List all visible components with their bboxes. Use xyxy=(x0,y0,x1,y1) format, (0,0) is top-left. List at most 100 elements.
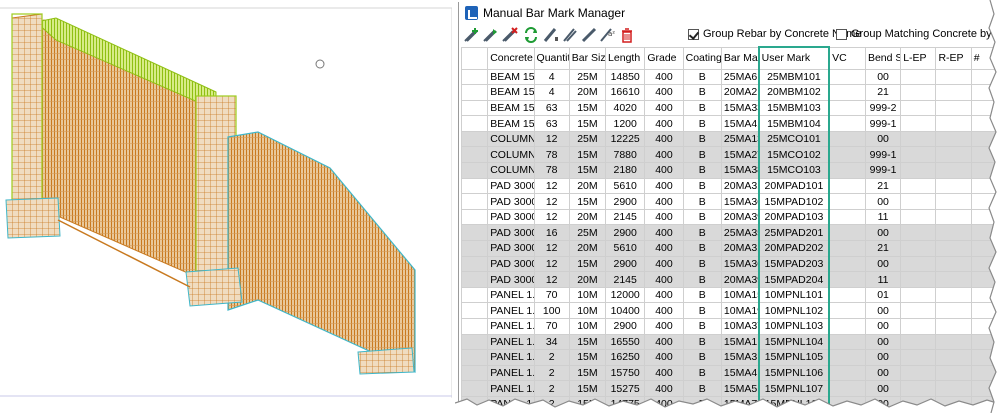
row-selector[interactable] xyxy=(460,208,489,226)
add-rebar-icon[interactable] xyxy=(464,27,480,43)
rebar-set-icon[interactable] xyxy=(562,27,578,43)
cell-user-mark[interactable]: 10MPNL103 xyxy=(757,318,831,335)
table-row[interactable]: BEAM 15...6315M1200400B15MA4115MBM104 999… xyxy=(460,115,998,132)
cell-vc xyxy=(828,68,866,86)
table-row[interactable]: PAD 3000...1220M5610400B20MA3120MPAD202 2… xyxy=(460,240,998,257)
rebar-tag-icon[interactable] xyxy=(543,27,559,43)
col-header[interactable]: L-EP xyxy=(900,46,937,70)
table-row[interactable]: PAD 3000...1625M2900400B25MA3525MPAD201 0… xyxy=(460,224,998,242)
table-row[interactable]: COLUMN...7815M7880400B15MA2715MCO102 999-… xyxy=(460,146,998,164)
cell-user-mark[interactable]: 25MCO101 xyxy=(757,130,831,148)
table-row[interactable]: PANEL 1...215M16250400B15MA315MPNL105 00 xyxy=(460,349,998,366)
cell-user-mark[interactable]: 10MPNL102 xyxy=(757,302,831,319)
group-by-concrete-checkbox[interactable] xyxy=(688,29,699,40)
table-row[interactable]: PAD 3000...1215M2900400B15MA3615MPAD102 0… xyxy=(460,193,998,210)
col-header[interactable]: Coating xyxy=(682,46,722,70)
row-selector[interactable] xyxy=(460,146,489,164)
table-row[interactable]: BEAM 15...425M14850400B25MA625MBM101 00 xyxy=(460,68,998,86)
cell-user-mark[interactable]: 15MBM104 xyxy=(757,115,831,132)
cell-user-mark[interactable]: 10MPNL101 xyxy=(757,286,831,304)
cell-user-mark[interactable]: 15MPNL105 xyxy=(757,349,831,366)
row-selector-header[interactable] xyxy=(460,46,489,70)
cell-concrete: PANEL 1... xyxy=(487,364,535,382)
cell-length: 12225 xyxy=(605,130,646,148)
row-selector[interactable] xyxy=(460,255,489,273)
table-row[interactable]: BEAM 15...420M16610400B20MA220MBM102 21 xyxy=(460,84,998,101)
row-selector[interactable] xyxy=(460,224,489,242)
col-header[interactable]: R-EP xyxy=(935,46,972,70)
cell-bar-mark: 15MA4 xyxy=(720,364,760,382)
col-header[interactable]: Bar Size xyxy=(568,46,607,70)
cell-r-ep xyxy=(935,224,972,242)
row-selector[interactable] xyxy=(460,286,489,304)
table-row[interactable]: PAD 3000...1220M5610400B20MA3120MPAD101 2… xyxy=(460,177,998,195)
cell-user-mark[interactable]: 15MCO103 xyxy=(757,162,831,179)
col-header[interactable]: Bar Mark xyxy=(720,46,760,70)
table-row[interactable]: PANEL 1...10010M10400400B10MA1910MPNL102… xyxy=(460,302,998,319)
cell-bend: 21 xyxy=(864,84,902,101)
group-matching-checkbox[interactable] xyxy=(836,29,847,40)
row-selector[interactable] xyxy=(460,68,489,86)
cell-l-ep xyxy=(900,349,937,366)
delete-bin-icon[interactable] xyxy=(619,27,635,43)
row-selector[interactable] xyxy=(460,333,489,351)
cell-size: 25M xyxy=(568,68,607,86)
row-selector[interactable] xyxy=(460,177,489,195)
rebar-bar-icon[interactable] xyxy=(581,27,597,43)
row-selector[interactable] xyxy=(460,271,489,288)
table-row[interactable]: PANEL 1...3415M16550400B15MA115MPNL104 00 xyxy=(460,333,998,351)
cell-bar-mark: 10MA37 xyxy=(720,318,760,335)
cell-r-ep xyxy=(935,302,972,319)
table-row[interactable]: PANEL 1...7010M12000400B10MA1510MPNL101 0… xyxy=(460,286,998,304)
row-selector[interactable] xyxy=(460,349,489,366)
table-row[interactable]: BEAM 15...6315M4020400B15MA3315MBM103 999… xyxy=(460,99,998,117)
col-header[interactable]: Length xyxy=(605,46,646,70)
model-viewport[interactable] xyxy=(0,0,452,398)
row-selector[interactable] xyxy=(460,84,489,101)
table-row[interactable]: PANEL 1...215M15750400B15MA415MPNL106 00 xyxy=(460,364,998,382)
col-header[interactable]: VC xyxy=(828,46,866,70)
row-selector[interactable] xyxy=(460,115,489,132)
cell-coating: B xyxy=(682,68,722,86)
cell-user-mark[interactable]: 20MBM102 xyxy=(757,84,831,101)
row-selector[interactable] xyxy=(460,193,489,210)
table-row[interactable]: PAD 3000...1220M2145400B20MA3915MPAD204 1… xyxy=(460,271,998,288)
col-header[interactable]: Grade xyxy=(644,46,684,70)
row-selector[interactable] xyxy=(460,99,489,117)
cell-user-mark[interactable]: 15MPNL106 xyxy=(757,364,831,382)
table-row[interactable]: PANEL 1...7010M2900400B10MA3710MPNL103 00 xyxy=(460,318,998,335)
col-header[interactable]: Quantity xyxy=(533,46,570,70)
add-rebar-green-icon[interactable] xyxy=(483,27,499,43)
title-bar[interactable]: Manual Bar Mark Manager xyxy=(459,2,998,24)
col-header[interactable]: Concrete xyxy=(487,46,535,70)
table-row[interactable]: PAD 3000...1215M2900400B15MA3615MPAD203 0… xyxy=(460,255,998,273)
col-header-user-mark[interactable]: User Mark xyxy=(757,46,831,70)
row-selector[interactable] xyxy=(460,240,489,257)
col-header[interactable]: Bend Shape xyxy=(864,46,902,70)
cell-user-mark[interactable]: 15MPNL104 xyxy=(757,333,831,351)
row-selector[interactable] xyxy=(460,162,489,179)
cell-user-mark[interactable]: 20MPAD101 xyxy=(757,177,831,195)
cell-user-mark[interactable]: 25MBM101 xyxy=(757,68,831,86)
cell-user-mark[interactable]: 15MBM103 xyxy=(757,99,831,117)
table-row[interactable]: COLUMN...7815M2180400B15MA3815MCO103 999-… xyxy=(460,162,998,179)
rebar-sort-icon[interactable]: a² xyxy=(599,27,615,43)
cell-user-mark[interactable]: 15MPAD204 xyxy=(757,271,831,288)
cell-user-mark[interactable]: 15MPAD102 xyxy=(757,193,831,210)
cell-user-mark[interactable]: 20MPAD103 xyxy=(757,208,831,226)
row-selector[interactable] xyxy=(460,318,489,335)
cell-user-mark[interactable]: 25MPAD201 xyxy=(757,224,831,242)
cell-user-mark[interactable]: 15MPAD203 xyxy=(757,255,831,273)
cell-length: 2145 xyxy=(605,271,646,288)
cell-user-mark[interactable]: 20MPAD202 xyxy=(757,240,831,257)
cell-user-mark[interactable]: 15MCO102 xyxy=(757,146,831,164)
cell-l-ep xyxy=(900,240,937,257)
row-selector[interactable] xyxy=(460,364,489,382)
refresh-icon[interactable] xyxy=(523,27,539,43)
row-selector[interactable] xyxy=(460,130,489,148)
row-selector[interactable] xyxy=(460,302,489,319)
cell-bar-mark: 15MA36 xyxy=(720,193,760,210)
table-row[interactable]: PAD 3000...1220M2145400B20MA3920MPAD103 1… xyxy=(460,208,998,226)
delete-rebar-icon[interactable] xyxy=(502,27,518,43)
table-row[interactable]: COLUMN...1225M12225400B25MA1325MCO101 00 xyxy=(460,130,998,148)
